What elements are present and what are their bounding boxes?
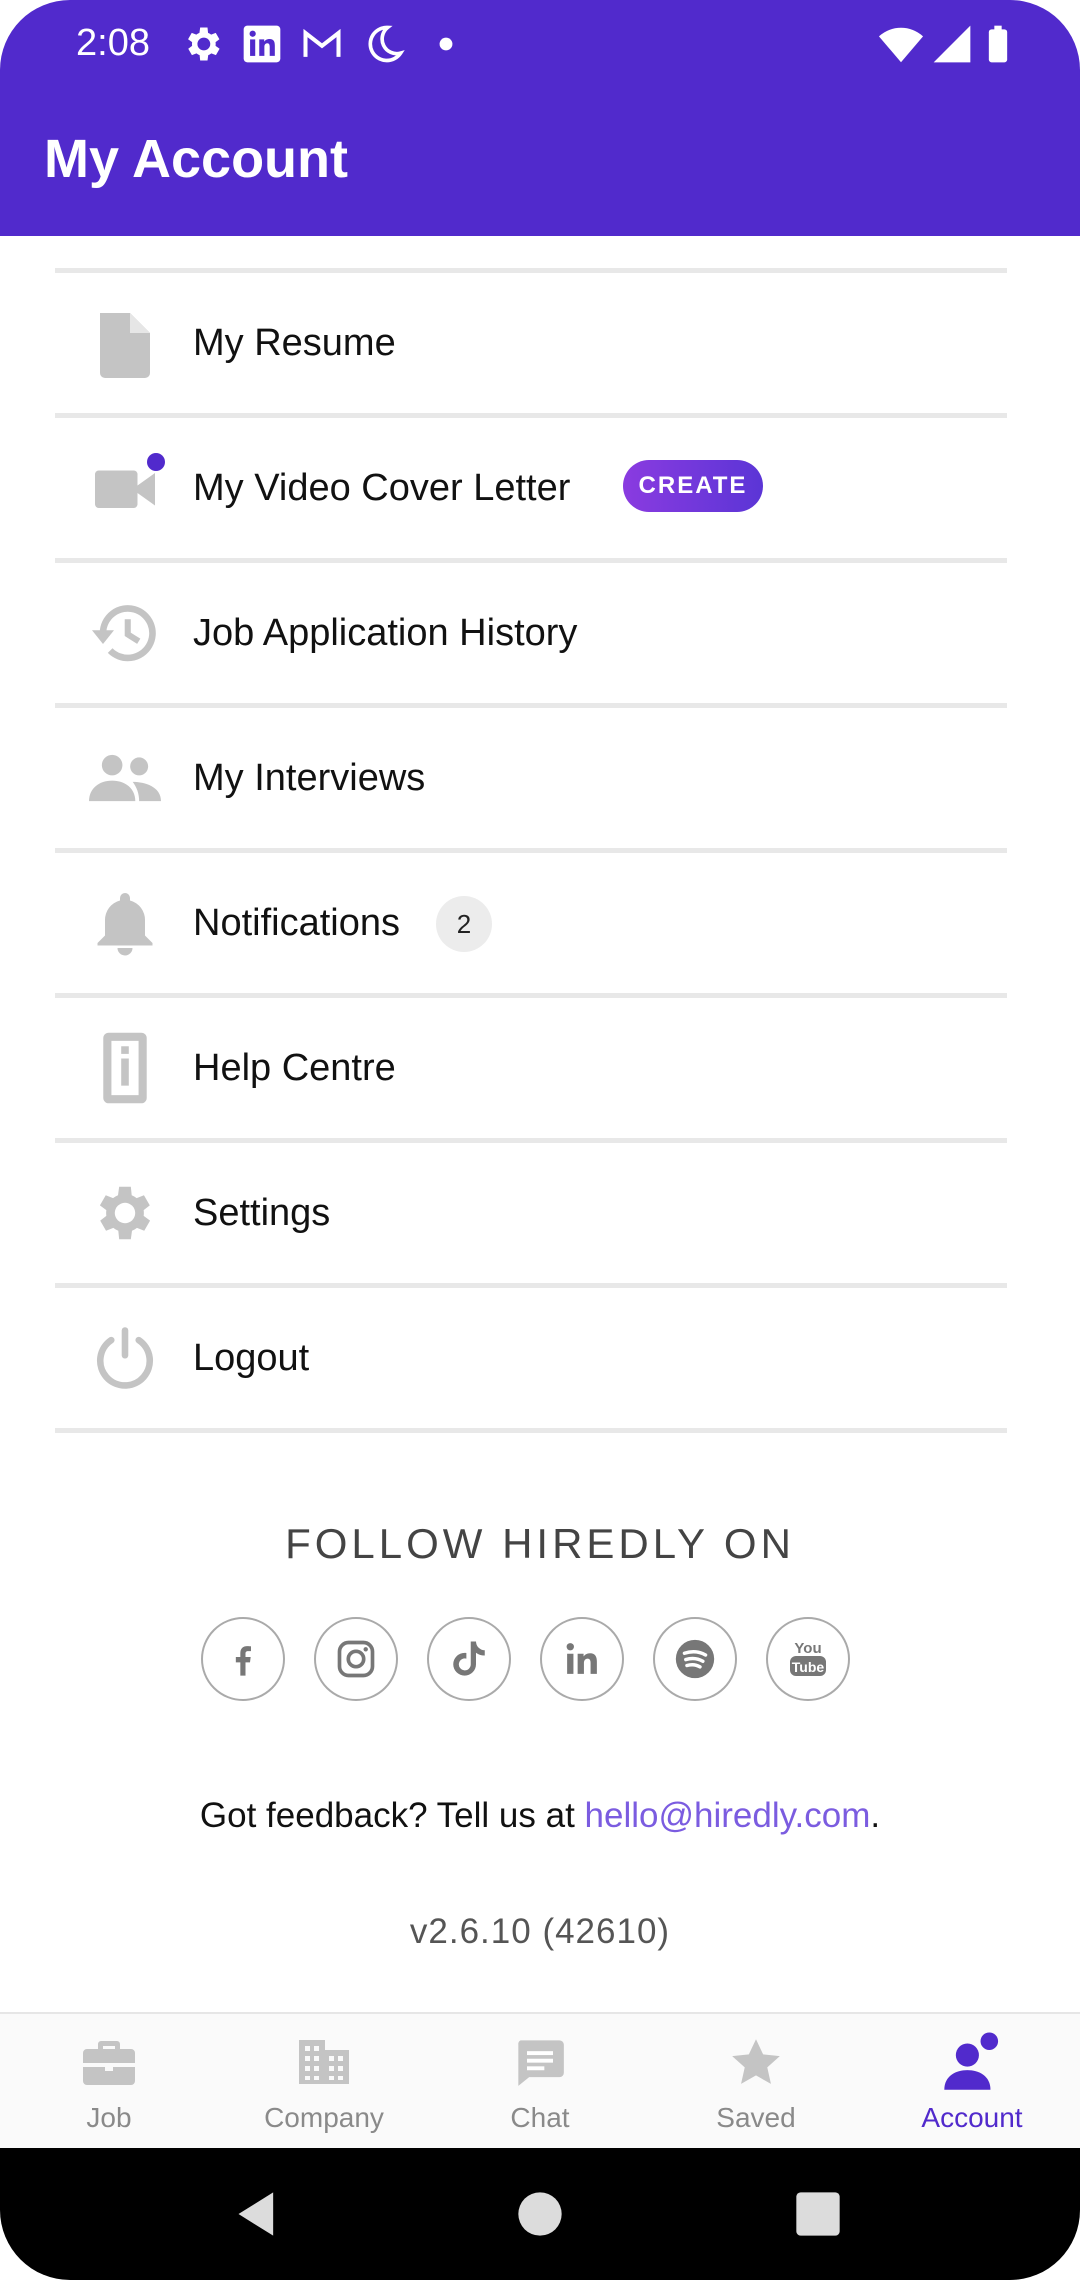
star-icon: [726, 2032, 786, 2092]
do-not-disturb-moon-icon: [368, 25, 405, 63]
account-menu: My Resume My Video Cover Letter CREATE J…: [55, 268, 1007, 1433]
settings-gear-icon: [188, 27, 220, 61]
home-icon[interactable]: [514, 2188, 566, 2240]
menu-item-my-interviews[interactable]: My Interviews: [55, 708, 1007, 848]
svg-text:Tube: Tube: [792, 1659, 825, 1675]
nav-label: Saved: [716, 2102, 796, 2133]
power-icon: [87, 1325, 163, 1391]
bell-icon: [87, 890, 163, 956]
chat-icon: [510, 2032, 570, 2092]
battery-icon: [988, 25, 1008, 63]
feedback-suffix: .: [870, 1796, 881, 1835]
status-time: 2:08: [76, 22, 150, 64]
facebook-icon[interactable]: [201, 1617, 285, 1701]
linkedin-icon: [243, 25, 281, 63]
account-icon: [942, 2032, 1002, 2092]
create-badge[interactable]: CREATE: [623, 460, 763, 512]
wifi-icon: [878, 27, 924, 63]
signal-icon: [933, 25, 971, 63]
nav-label: Job: [86, 2102, 132, 2133]
people-icon: [87, 745, 163, 811]
nav-item-chat[interactable]: Chat: [432, 2014, 648, 2150]
instagram-icon[interactable]: [314, 1617, 398, 1701]
nav-label: Account: [921, 2102, 1023, 2133]
feedback-text: Got feedback? Tell us at hello@hiredly.c…: [0, 1796, 1080, 1836]
tiktok-icon[interactable]: [427, 1617, 511, 1701]
briefcase-icon: [79, 2032, 139, 2092]
nav-label: Company: [264, 2102, 384, 2133]
svg-text:You: You: [794, 1640, 821, 1657]
menu-item-help-centre[interactable]: Help Centre: [55, 998, 1007, 1138]
menu-item-label: My Resume: [193, 321, 396, 364]
nav-item-account[interactable]: Account: [864, 2014, 1080, 2150]
gmail-icon: [303, 28, 341, 57]
menu-item-my-resume[interactable]: My Resume: [55, 273, 1007, 413]
notification-count-badge: 2: [436, 896, 492, 952]
linkedin-icon[interactable]: [540, 1617, 624, 1701]
menu-item-notifications[interactable]: Notifications 2: [55, 853, 1007, 993]
history-icon: [87, 600, 163, 666]
menu-item-settings[interactable]: Settings: [55, 1143, 1007, 1283]
feedback-email-link[interactable]: hello@hiredly.com: [585, 1796, 871, 1835]
menu-item-my-video-cover-letter[interactable]: My Video Cover Letter CREATE: [55, 418, 1007, 558]
gear-icon: [87, 1180, 163, 1246]
spotify-icon[interactable]: [653, 1617, 737, 1701]
document-icon: [87, 310, 163, 378]
status-bar: 2:08: [0, 0, 1080, 88]
feedback-prefix: Got feedback? Tell us at: [199, 1796, 585, 1835]
menu-item-job-application-history[interactable]: Job Application History: [55, 563, 1007, 703]
new-indicator-dot: [147, 453, 165, 471]
menu-item-label: Job Application History: [193, 611, 578, 654]
page-title: My Account: [44, 129, 349, 189]
follow-title: FOLLOW HIREDLY ON: [285, 1520, 795, 1567]
app-version: v2.6.10 (42610): [409, 1912, 671, 1951]
screen: 2:08 My Account My Resume My Video Cover…: [0, 0, 1080, 2280]
app-header: 2:08 My Account: [0, 0, 1080, 236]
bottom-nav: Job Company Chat Saved Account: [0, 2012, 1080, 2150]
menu-item-label: My Video Cover Letter: [193, 466, 571, 509]
system-navigation-bar: [0, 2148, 1080, 2280]
menu-item-label: Notifications: [193, 901, 400, 944]
youtube-icon[interactable]: You Tube: [766, 1617, 850, 1701]
nav-item-job[interactable]: Job: [1, 2014, 217, 2150]
info-icon: [87, 1032, 163, 1104]
menu-item-label: Logout: [193, 1336, 310, 1379]
menu-item-logout[interactable]: Logout: [55, 1288, 1007, 1428]
recents-icon[interactable]: [792, 2188, 844, 2240]
back-icon[interactable]: [232, 2188, 284, 2240]
menu-item-label: My Interviews: [193, 756, 426, 799]
dot-icon: [439, 37, 453, 51]
social-links: You Tube: [201, 1617, 881, 1701]
building-icon: [294, 2032, 354, 2092]
nav-label: Chat: [510, 2102, 570, 2133]
menu-item-label: Settings: [193, 1191, 331, 1234]
nav-item-company[interactable]: Company: [216, 2014, 432, 2150]
divider: [55, 1428, 1007, 1433]
nav-item-saved[interactable]: Saved: [648, 2014, 864, 2150]
menu-item-label: Help Centre: [193, 1046, 396, 1089]
